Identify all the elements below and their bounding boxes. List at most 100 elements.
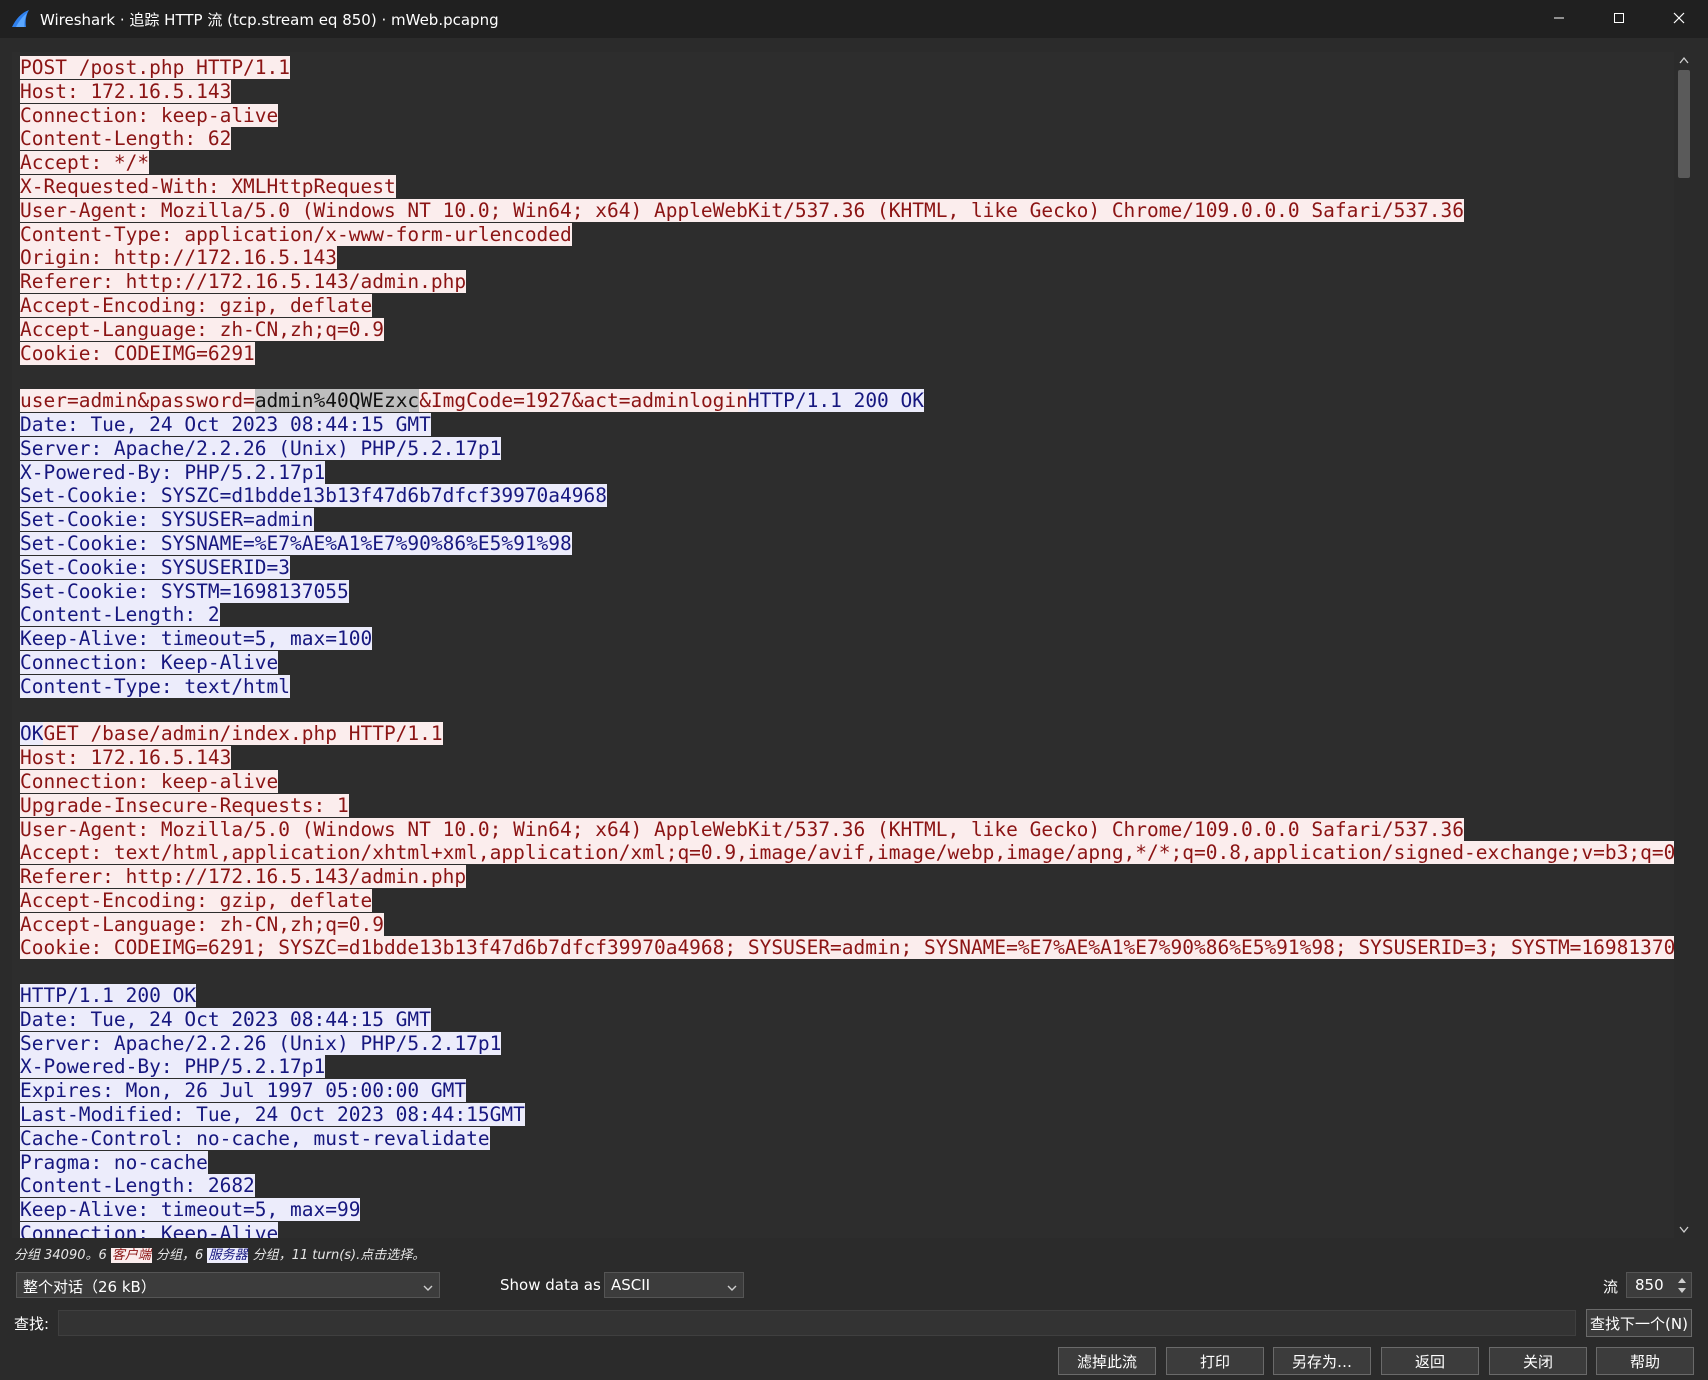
stream-line[interactable]: Keep-Alive: timeout=5, max=100 [20,627,1674,651]
scroll-up-icon[interactable] [1674,52,1694,68]
stream-line[interactable]: Connection: Keep-Alive [20,1222,1674,1238]
stream-line[interactable]: Content-Length: 2 [20,603,1674,627]
stream-line[interactable]: Keep-Alive: timeout=5, max=99 [20,1198,1674,1222]
server-data-segment[interactable]: X-Powered-By: PHP/5.2.17p1 [20,1055,326,1079]
client-data-segment[interactable]: Accept: text/html,application/xhtml+xml,… [20,841,1674,865]
server-data-segment[interactable]: Server: Apache/2.2.26 (Unix) PHP/5.2.17p… [20,1031,502,1055]
server-data-segment[interactable]: Set-Cookie: SYSTM=1698137055 [20,579,349,603]
server-data-segment[interactable]: Server: Apache/2.2.26 (Unix) PHP/5.2.17p… [20,436,502,460]
stream-line[interactable]: Expires: Mon, 26 Jul 1997 05:00:00 GMT [20,1079,1674,1103]
stream-line[interactable]: Accept-Encoding: gzip, deflate [20,888,1674,913]
stream-line[interactable]: Last-Modified: Tue, 24 Oct 2023 08:44:15… [20,1103,1674,1127]
stream-line[interactable]: Date: Tue, 24 Oct 2023 08:44:15 GMT [20,1007,1674,1032]
spin-up-icon[interactable] [1675,1274,1689,1285]
server-data-segment[interactable]: Content-Length: 2682 [20,1174,255,1198]
client-data-segment[interactable]: User-Agent: Mozilla/5.0 (Windows NT 10.0… [20,817,1465,841]
stream-blank-line[interactable] [20,960,1674,984]
server-data-segment[interactable]: Content-Type: text/html [20,674,291,698]
server-data-segment[interactable]: Pragma: no-cache [20,1150,208,1174]
stream-line[interactable]: Accept-Encoding: gzip, deflate [20,293,1674,318]
stream-number-spinbox[interactable]: 850 [1626,1272,1692,1298]
stream-line[interactable]: Accept: */* [20,151,1674,175]
server-data-segment[interactable]: Keep-Alive: timeout=5, max=100 [20,627,373,651]
stream-line[interactable]: Cookie: CODEIMG=6291 [20,341,1674,366]
client-data-segment[interactable]: GET /base/admin/index.php HTTP/1.1 [43,722,443,746]
spin-down-icon[interactable] [1675,1285,1689,1296]
stream-line[interactable]: Content-Type: text/html [20,674,1674,699]
server-data-segment[interactable]: HTTP/1.1 200 OK [747,389,925,413]
stream-line[interactable]: Date: Tue, 24 Oct 2023 08:44:15 GMT [20,412,1674,437]
stream-line[interactable]: Server: Apache/2.2.26 (Unix) PHP/5.2.17p… [20,1031,1674,1056]
stream-line[interactable]: Content-Type: application/x-www-form-url… [20,222,1674,247]
minimize-button[interactable] [1530,0,1588,38]
scroll-down-icon[interactable] [1674,1222,1694,1238]
client-data-segment[interactable]: Content-Type: application/x-www-form-url… [20,222,572,246]
stream-line[interactable]: Cookie: CODEIMG=6291; SYSZC=d1bdde13b13f… [20,936,1674,960]
client-data-segment[interactable]: Connection: keep-alive [20,769,279,793]
stream-line[interactable]: X-Requested-With: XMLHttpRequest [20,174,1674,199]
stream-line[interactable]: HTTP/1.1 200 OK [20,984,1674,1008]
help-button[interactable]: 帮助 [1596,1347,1694,1375]
server-data-segment[interactable]: Date: Tue, 24 Oct 2023 08:44:15 GMT [20,1007,431,1031]
server-data-segment[interactable]: X-Powered-By: PHP/5.2.17p1 [20,460,326,484]
client-data-segment[interactable]: Upgrade-Insecure-Requests: 1 [20,793,349,817]
stream-line[interactable]: user=admin&password=admin%40QWEzxc&ImgCo… [20,389,1674,413]
stream-line[interactable]: POST /post.php HTTP/1.1 [20,56,1674,80]
server-data-segment[interactable]: Set-Cookie: SYSZC=d1bdde13b13f47d6b7dfcf… [20,484,607,508]
client-data-segment[interactable]: Accept-Language: zh-CN,zh;q=0.9 [20,317,384,341]
data-format-select[interactable]: ASCII [604,1272,744,1298]
server-data-segment[interactable]: Cache-Control: no-cache, must-revalidate [20,1126,490,1150]
client-data-segment[interactable]: Referer: http://172.16.5.143/admin.php [20,270,467,294]
stream-blank-line[interactable] [20,365,1674,389]
stream-line[interactable]: Host: 172.16.5.143 [20,746,1674,770]
stream-line[interactable]: OKGET /base/admin/index.php HTTP/1.1 [20,722,1674,746]
client-data-segment[interactable]: Accept-Language: zh-CN,zh;q=0.9 [20,912,384,936]
stream-line[interactable]: Set-Cookie: SYSNAME=%E7%AE%A1%E7%90%86%E… [20,531,1674,556]
print-button[interactable]: 打印 [1166,1347,1264,1375]
client-data-segment[interactable]: Accept-Encoding: gzip, deflate [20,293,373,317]
back-button[interactable]: 返回 [1381,1347,1479,1375]
client-data-segment[interactable]: &ImgCode=1927&act=adminlogin [419,389,748,413]
client-data-segment[interactable]: Connection: keep-alive [20,103,279,127]
stream-blank-line[interactable] [20,699,1674,723]
stream-line[interactable]: X-Powered-By: PHP/5.2.17p1 [20,460,1674,485]
close-button[interactable]: 关闭 [1489,1347,1587,1375]
server-data-segment[interactable]: HTTP/1.1 200 OK [20,984,197,1008]
stream-content-pane[interactable]: POST /post.php HTTP/1.1 Host: 172.16.5.14… [12,52,1674,1238]
vertical-scrollbar[interactable] [1674,52,1694,1238]
server-data-segment[interactable]: Set-Cookie: SYSUSER=admin [20,508,314,532]
client-data-segment[interactable]: Accept: */* [20,151,150,175]
stream-line[interactable]: Content-Length: 62 [20,127,1674,151]
client-data-segment[interactable]: Cookie: CODEIMG=6291 [20,341,255,365]
server-data-segment[interactable]: Set-Cookie: SYSNAME=%E7%AE%A1%E7%90%86%E… [20,531,572,555]
stream-line[interactable]: Set-Cookie: SYSUSER=admin [20,508,1674,532]
server-data-segment[interactable]: Keep-Alive: timeout=5, max=99 [20,1198,361,1222]
client-data-segment[interactable]: Origin: http://172.16.5.143 [20,246,337,270]
scrollbar-thumb[interactable] [1678,70,1690,178]
stream-line[interactable]: Accept-Language: zh-CN,zh;q=0.9 [20,912,1674,937]
server-data-segment[interactable]: Connection: Keep-Alive [20,1222,279,1238]
filter-out-stream-button[interactable]: 滤掉此流 [1058,1347,1156,1375]
selected-text-segment[interactable]: admin%40QWEzxc [254,389,420,413]
stream-line[interactable]: User-Agent: Mozilla/5.0 (Windows NT 10.0… [20,198,1674,223]
stream-line[interactable]: Connection: keep-alive [20,769,1674,794]
stream-line[interactable]: Referer: http://172.16.5.143/admin.php [20,865,1674,889]
find-next-button[interactable]: 查找下一个(N) [1586,1309,1692,1337]
client-data-segment[interactable]: Accept-Encoding: gzip, deflate [20,888,373,912]
stream-line[interactable]: X-Powered-By: PHP/5.2.17p1 [20,1055,1674,1079]
stream-line[interactable]: Pragma: no-cache [20,1150,1674,1175]
stream-line[interactable]: Referer: http://172.16.5.143/admin.php [20,270,1674,294]
client-data-segment[interactable]: user=admin&password= [20,389,255,413]
client-data-segment[interactable]: X-Requested-With: XMLHttpRequest [20,174,396,198]
find-input[interactable] [58,1310,1576,1336]
server-data-segment[interactable]: Content-Length: 2 [20,603,220,627]
stream-text[interactable]: POST /post.php HTTP/1.1 Host: 172.16.5.14… [20,56,1674,1238]
server-data-segment[interactable]: Set-Cookie: SYSUSERID=3 [20,555,291,579]
close-window-button[interactable] [1650,0,1708,38]
stream-line[interactable]: User-Agent: Mozilla/5.0 (Windows NT 10.0… [20,817,1674,842]
client-data-segment[interactable]: Cookie: CODEIMG=6291; SYSZC=d1bdde13b13f… [20,936,1674,960]
server-data-segment[interactable]: Last-Modified: Tue, 24 Oct 2023 08:44:15… [20,1103,525,1127]
stream-line[interactable]: Connection: Keep-Alive [20,650,1674,675]
client-data-segment[interactable]: Referer: http://172.16.5.143/admin.php [20,865,467,889]
client-data-segment[interactable]: Content-Length: 62 [20,127,232,151]
